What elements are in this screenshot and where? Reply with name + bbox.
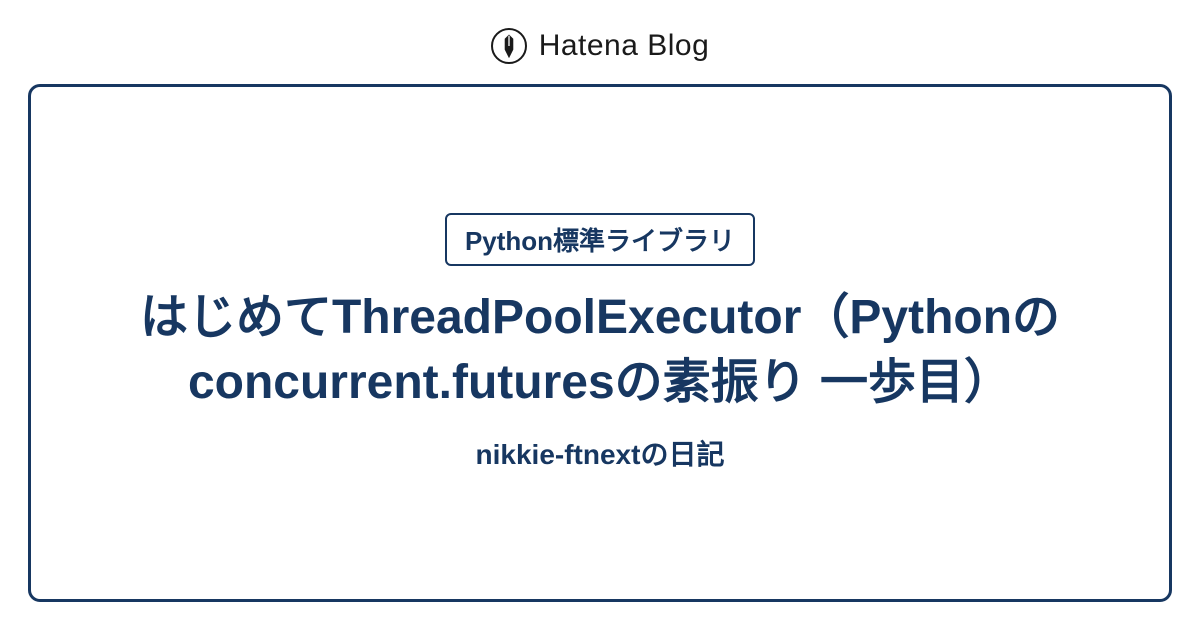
blog-name: nikkie-ftnextの日記	[476, 433, 725, 473]
article-card: Python標準ライブラリ はじめてThreadPoolExecutor（Pyt…	[28, 84, 1172, 602]
brand-header: Hatena Blog	[0, 0, 1200, 84]
brand-name: Hatena Blog	[539, 29, 710, 63]
hatena-logo-icon	[491, 28, 527, 64]
category-badge: Python標準ライブラリ	[445, 213, 755, 266]
article-title: はじめてThreadPoolExecutor（Pythonのconcurrent…	[91, 286, 1109, 416]
